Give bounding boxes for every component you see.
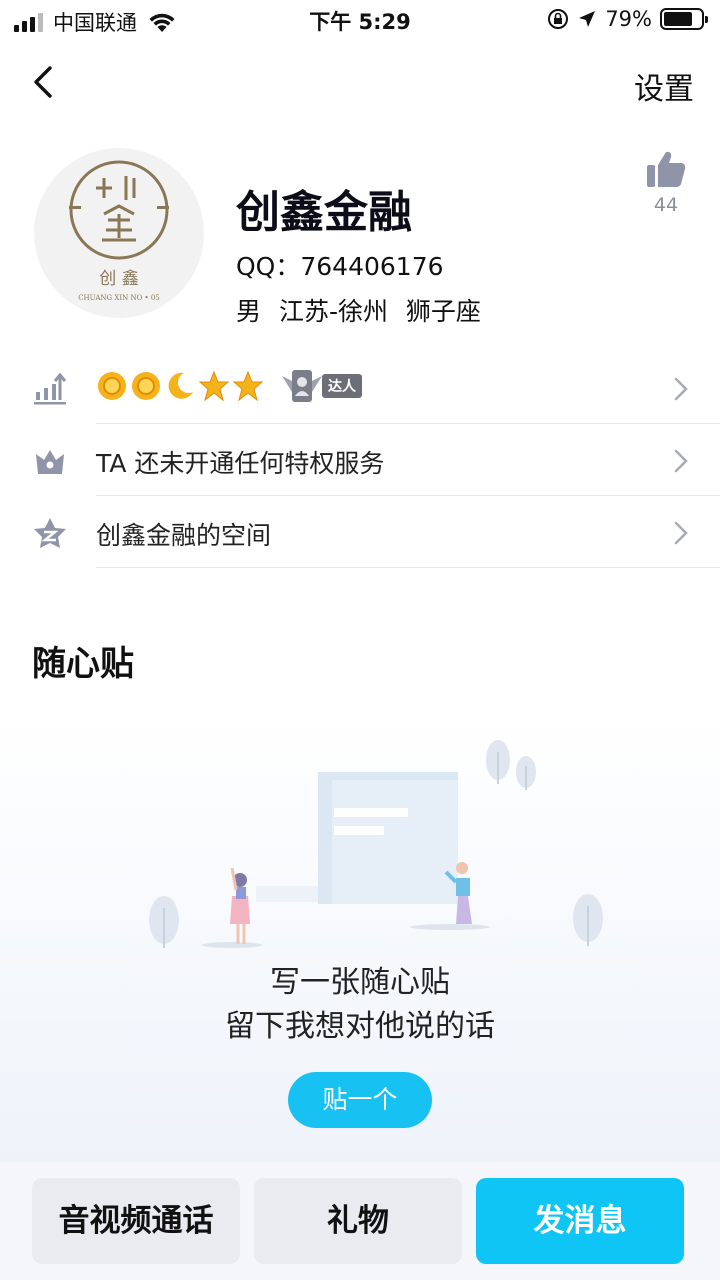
- profile-info: 男 江苏-徐州 狮子座: [236, 297, 481, 326]
- chevron-right-icon: [674, 377, 688, 401]
- privilege-label: TA 还未开通任何特权服务: [96, 449, 385, 478]
- sun-level-icon: [132, 372, 160, 400]
- talent-label: 达人: [322, 374, 362, 398]
- nav-bar: 设置: [0, 50, 720, 114]
- settings-button[interactable]: 设置: [634, 64, 694, 108]
- level-row[interactable]: 达人: [0, 352, 720, 424]
- thumbs-up-icon: [647, 151, 686, 187]
- level-badges: 达人: [96, 368, 362, 404]
- send-message-button[interactable]: 发消息: [476, 1178, 684, 1264]
- battery-icon: [660, 8, 708, 30]
- battery-percent: 79%: [605, 7, 652, 31]
- chevron-right-icon: [674, 449, 688, 473]
- star-level-icon: [198, 370, 230, 402]
- sun-level-icon: [98, 372, 126, 400]
- privilege-row[interactable]: TA 还未开通任何特权服务: [0, 424, 720, 496]
- bottom-action-bar: 音视频通话 礼物 发消息: [0, 1162, 720, 1280]
- sticky-section-title: 随心贴: [32, 644, 134, 684]
- location-icon: [579, 11, 596, 27]
- av-call-button[interactable]: 音视频通话: [32, 1178, 240, 1264]
- like-button[interactable]: 44: [644, 150, 688, 216]
- talent-badge: 达人: [278, 368, 362, 404]
- svg-text:创 鑫: 创 鑫: [99, 269, 138, 289]
- divider: [96, 567, 720, 568]
- svg-text:CHUANG XIN NO • 05: CHUANG XIN NO • 05: [78, 294, 160, 302]
- gift-button[interactable]: 礼物: [254, 1178, 462, 1264]
- sticky-illustration: [149, 740, 603, 948]
- brand-logo-icon: 创 鑫 CHUANG XIN NO • 05: [69, 160, 169, 302]
- star-level-icon: [232, 370, 264, 402]
- qzone-row[interactable]: 创鑫金融的空间: [0, 496, 720, 568]
- qzone-star-icon: [34, 518, 66, 548]
- rotation-lock-icon: [548, 9, 569, 29]
- profile-name: 创鑫金融: [236, 187, 412, 238]
- sticky-prompt-line1: 写一张随心贴: [270, 965, 450, 1000]
- winged-badge-icon: [282, 370, 322, 402]
- post-sticky-button[interactable]: 贴一个: [288, 1072, 432, 1128]
- crown-icon: [36, 450, 64, 474]
- like-count: 44: [653, 194, 679, 216]
- status-bar: 中国联通 下午 5:29 79%: [0, 0, 720, 40]
- avatar[interactable]: 创 鑫 CHUANG XIN NO • 05: [34, 148, 204, 318]
- level-chart-icon: [34, 372, 67, 405]
- chevron-right-icon: [674, 521, 688, 545]
- moon-level-icon: [168, 372, 193, 399]
- back-chevron-icon[interactable]: [26, 62, 66, 102]
- sticky-prompt-line2: 留下我想对他说的话: [225, 1009, 495, 1044]
- qzone-label: 创鑫金融的空间: [96, 521, 272, 550]
- status-right: 79%: [547, 7, 708, 31]
- profile-qq: QQ：764406176: [236, 252, 444, 281]
